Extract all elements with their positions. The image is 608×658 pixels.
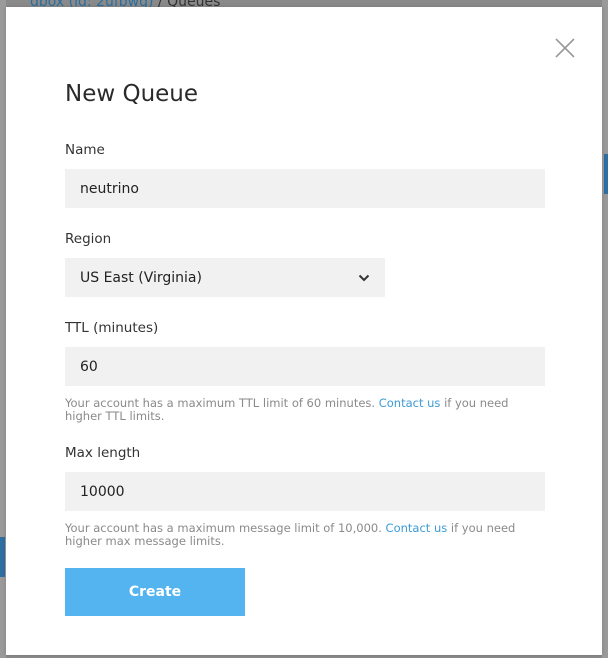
max-length-contact-link[interactable]: Contact us xyxy=(386,521,448,535)
ttl-help-before: Your account has a maximum TTL limit of … xyxy=(65,396,376,410)
region-selected-value: US East (Virginia) xyxy=(80,269,202,286)
ttl-help-text: Your account has a maximum TTL limit of … xyxy=(65,397,545,423)
background-strip-right xyxy=(602,0,608,658)
region-label: Region xyxy=(65,231,112,247)
max-length-help-text: Your account has a maximum message limit… xyxy=(65,522,545,548)
close-button[interactable] xyxy=(554,37,576,59)
region-select[interactable]: US East (Virginia) xyxy=(65,258,385,297)
max-length-label: Max length xyxy=(65,445,141,461)
ttl-contact-link[interactable]: Contact us xyxy=(379,396,441,410)
ttl-input[interactable] xyxy=(65,347,545,386)
modal-title: New Queue xyxy=(65,81,199,107)
background-button-right xyxy=(604,154,608,194)
close-icon xyxy=(555,38,575,58)
chevron-down-icon xyxy=(358,274,370,282)
max-length-input[interactable] xyxy=(65,472,545,511)
background-button-left xyxy=(0,537,5,577)
new-queue-modal: New Queue Name Region US East (Virginia)… xyxy=(6,7,602,655)
create-button[interactable]: Create xyxy=(65,568,245,616)
ttl-label: TTL (minutes) xyxy=(65,320,159,336)
name-input[interactable] xyxy=(65,169,545,208)
name-label: Name xyxy=(65,142,105,158)
max-length-help-before: Your account has a maximum message limit… xyxy=(65,521,382,535)
